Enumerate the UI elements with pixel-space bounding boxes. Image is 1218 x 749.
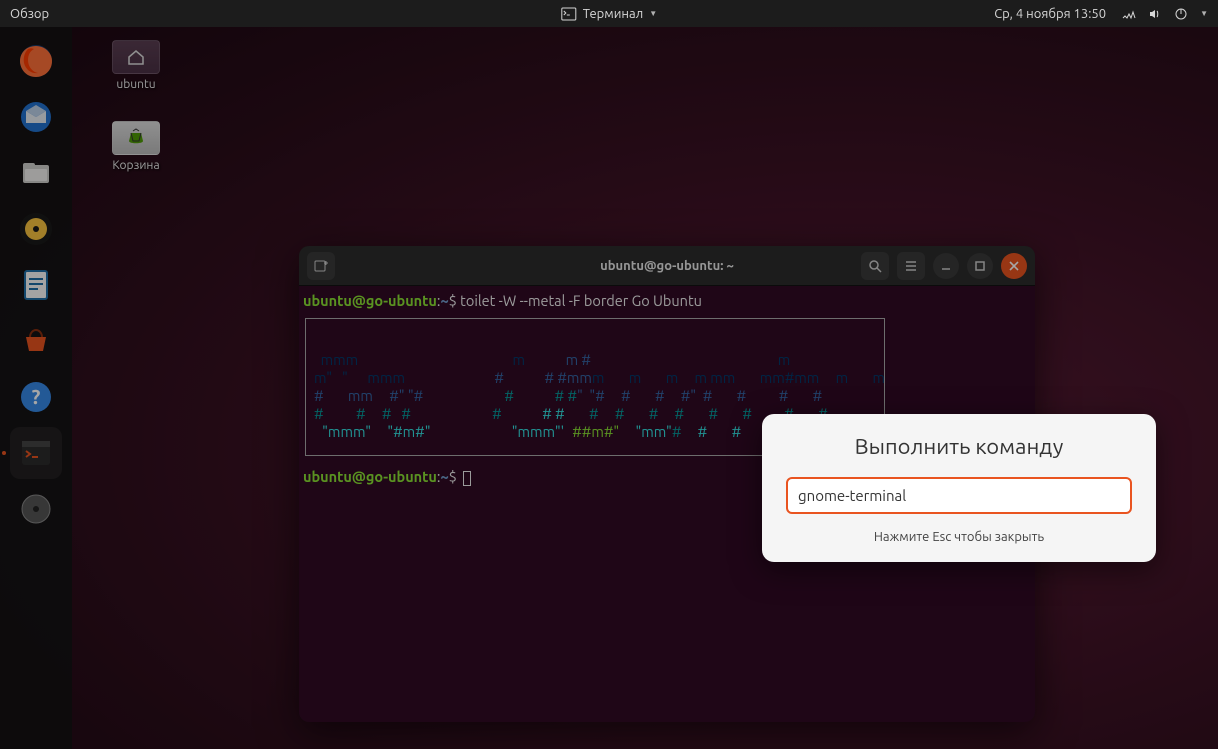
status-area[interactable]: ▼ xyxy=(1122,7,1208,21)
network-icon xyxy=(1122,7,1136,21)
chevron-down-icon: ▼ xyxy=(649,9,657,18)
volume-icon xyxy=(1148,7,1162,21)
run-command-dialog: Выполнить команду Нажмите Esc чтобы закр… xyxy=(762,414,1156,562)
run-dialog-title: Выполнить команду xyxy=(786,434,1132,459)
run-dialog-hint: Нажмите Esc чтобы закрыть xyxy=(786,530,1132,544)
top-bar: Обзор Терминал ▼ Ср, 4 ноября 13:50 ▼ xyxy=(0,0,1218,27)
run-command-input[interactable] xyxy=(786,477,1132,514)
modal-backdrop[interactable] xyxy=(0,27,1218,749)
app-menu[interactable]: Терминал ▼ xyxy=(561,6,657,22)
app-menu-label: Терминал xyxy=(583,7,643,21)
activities-button[interactable]: Обзор xyxy=(10,7,49,21)
clock[interactable]: Ср, 4 ноября 13:50 xyxy=(994,7,1106,21)
chevron-down-icon: ▼ xyxy=(1200,9,1208,18)
terminal-icon xyxy=(561,6,577,22)
power-icon xyxy=(1174,7,1188,21)
